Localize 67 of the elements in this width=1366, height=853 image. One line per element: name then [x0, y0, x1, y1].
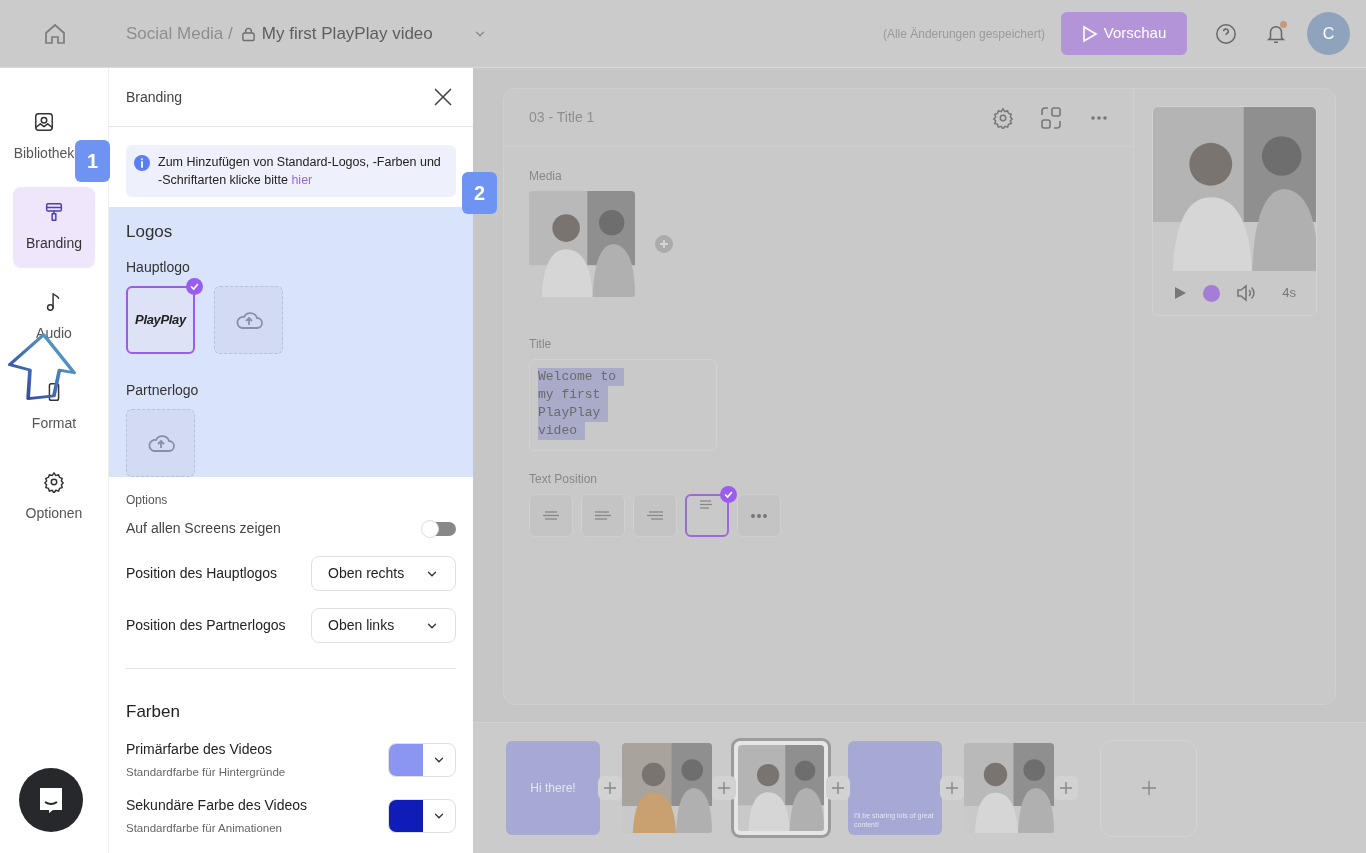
color-picker[interactable] — [388, 798, 456, 833]
plus-icon — [1141, 781, 1156, 795]
home-icon[interactable] — [42, 21, 67, 46]
nav-item[interactable]: Optionen — [25, 457, 83, 538]
position-label: Position des Hauptlogos — [126, 564, 277, 583]
media-label: Media — [529, 168, 563, 185]
step-badge: 2 — [462, 172, 497, 214]
color-label: Sekundäre Farbe des Videos — [126, 795, 308, 815]
plus-icon — [1060, 782, 1072, 794]
add-slide-button[interactable] — [826, 776, 850, 800]
swap-icon[interactable] — [1039, 105, 1063, 130]
color-hint: Standardfarbe für Animationen — [126, 820, 283, 836]
position-select[interactable]: Oben rechts — [311, 556, 456, 591]
settings-icon — [43, 471, 65, 493]
colors-heading: Farben — [126, 701, 181, 723]
paint-roller-icon — [43, 201, 65, 223]
add-slide-button[interactable] — [1054, 776, 1078, 800]
upload-tile[interactable] — [214, 285, 283, 354]
here-link[interactable]: hier — [291, 173, 313, 187]
position-select[interactable]: Oben links — [311, 608, 456, 643]
text-align-icon — [541, 510, 561, 521]
text-align-icon — [645, 510, 665, 521]
info-text: Zum Hinzufügen von Standard-Logos, -Farben und -Schriftarten klicke bitte hier — [158, 154, 442, 189]
step-badge: 1 — [75, 140, 110, 182]
color-label: Primärfarbe des Videos — [126, 739, 274, 759]
play-icon[interactable] — [1173, 286, 1187, 300]
options-heading: Options — [126, 492, 169, 509]
text-position-label: Text Position — [529, 471, 599, 488]
toggle-switch[interactable] — [422, 521, 456, 536]
plus-icon — [832, 782, 844, 794]
check-badge-icon — [186, 277, 203, 295]
project-title: My first PlayPlay video — [261, 22, 433, 45]
help-icon[interactable] — [1215, 22, 1237, 45]
close-icon — [434, 88, 452, 106]
text-align-icon — [593, 510, 613, 521]
partner-logo-label: Partnerlogo — [126, 380, 200, 400]
add-icon[interactable] — [655, 235, 673, 253]
logos-heading: Logos — [126, 221, 174, 243]
lock-icon — [240, 25, 256, 42]
settings-icon[interactable] — [992, 106, 1014, 129]
duration: 4s — [1282, 284, 1296, 303]
scene-title: 03 - Title 1 — [529, 108, 595, 127]
title-label: Title — [529, 336, 553, 353]
plus-icon — [604, 782, 616, 794]
position-label: Position des Partnerlogos — [126, 616, 286, 635]
more-icon — [750, 512, 768, 519]
add-slide-button[interactable] — [940, 776, 964, 800]
color-hint: Standardfarbe für Hintergründe — [126, 764, 286, 780]
add-slide-button[interactable] — [598, 776, 622, 800]
nav-item[interactable]: Format — [31, 367, 77, 448]
nav-item[interactable]: Bibliothek — [13, 97, 75, 178]
image-icon — [33, 111, 55, 133]
upload-tile[interactable] — [126, 408, 195, 477]
plus-icon — [718, 782, 730, 794]
add-slide-button[interactable] — [712, 776, 736, 800]
volume-icon[interactable] — [1236, 284, 1256, 302]
color-picker[interactable] — [388, 742, 456, 777]
show-all-label: Auf allen Screens zeigen — [126, 519, 281, 538]
info-icon — [134, 155, 150, 171]
nav-item[interactable]: Branding — [13, 187, 95, 268]
plus-icon — [946, 782, 958, 794]
logo-tile[interactable]: PlayPlay — [126, 285, 195, 354]
panel-title: Branding — [126, 87, 183, 107]
more-icon[interactable] — [1090, 114, 1108, 121]
main-logo-label: Hauptlogo — [126, 257, 191, 277]
check-badge-icon — [720, 486, 737, 503]
play-icon — [1081, 24, 1098, 43]
